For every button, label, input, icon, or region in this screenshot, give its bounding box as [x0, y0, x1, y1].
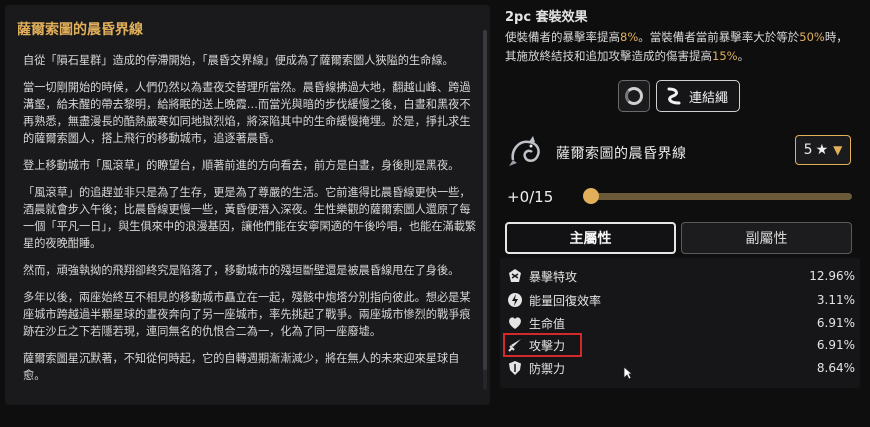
- lore-paragraph: 多年以後，兩座始終互不相見的移動城市矗立在一起，殘骸中炮塔分別指向彼此。想必是某…: [23, 291, 471, 338]
- stat-row-energy-regen: 能量回復效率 3.11%: [507, 289, 855, 311]
- desc-text: 使裝備者的暴擊率提高: [505, 30, 620, 44]
- link-rope-button[interactable]: 連結繩: [656, 80, 740, 112]
- star-icon: ★: [815, 142, 829, 158]
- stat-label: 防禦力: [529, 361, 566, 376]
- lore-text: 自從「隕石星群」造成的停滯開始，「晨昏交界線」便成為了薩爾索圖人狹隘的生命線。 …: [23, 52, 478, 397]
- refresh-button[interactable]: [618, 80, 650, 112]
- def-icon: [507, 360, 523, 376]
- stat-row-hp: 生命值 6.91%: [507, 312, 855, 334]
- lore-scrollbar[interactable]: [483, 30, 487, 390]
- stat-label: 暴擊特攻: [529, 269, 578, 284]
- stat-value: 3.11%: [816, 293, 855, 307]
- highlight-box: [503, 333, 582, 357]
- stat-value: 6.91%: [816, 316, 855, 330]
- relic-set-name: 薩爾索圖的晨昏界線: [556, 146, 687, 162]
- lore-paragraph: 當一切剛開始的時候，人們仍然以為晝夜交替理所當然。晨昏線拂過大地，翻越山峰、跨過…: [23, 81, 471, 145]
- desc-highlight: 15%: [712, 49, 738, 63]
- lore-scrollbar-thumb[interactable]: [483, 30, 487, 370]
- lore-paragraph: 自從「隕石星群」造成的停滯開始，「晨昏交界線」便成為了薩爾索圖人狹隘的生命線。: [23, 54, 454, 67]
- mouse-cursor-icon: [623, 365, 634, 380]
- desc-text: 。: [737, 49, 750, 63]
- level-slider[interactable]: [588, 193, 852, 200]
- desc-text: 。當裝備者當前暴擊率大於等於: [638, 30, 800, 44]
- lore-paragraph: 「風滾草」的追趕並非只是為了生存，更是為了尊嚴的生活。它前進得比晨昏線更快一些，…: [23, 186, 477, 250]
- lore-paragraph: 然而，頑強執拗的飛翔卻終究是陷落了，移動城市的殘垣斷壁還是被晨昏線甩在了身後。: [23, 264, 460, 277]
- level-slider-handle[interactable]: [583, 188, 599, 204]
- stat-value: 6.91%: [816, 338, 855, 352]
- link-rope-icon: [663, 85, 685, 107]
- dragon-emblem-icon: [505, 130, 549, 174]
- stat-row-crit-dmg: 暴擊特攻 12.96%: [507, 265, 855, 287]
- lore-title: 薩爾索圖的晨昏界線: [17, 22, 143, 38]
- link-rope-label: 連結繩: [689, 90, 729, 106]
- stat-value: 8.64%: [816, 361, 855, 375]
- set-effect-description: 使裝備者的暴擊率提高8%。當裝備者當前暴擊率大於等於50%時，其施放終結技和追加…: [505, 28, 855, 66]
- energy-regen-icon: [507, 292, 523, 308]
- lore-paragraph: 登上移動城市「風滾草」的瞭望台，順著前進的方向看去，前方是白晝，身後則是黑夜。: [23, 159, 460, 172]
- refresh-icon: [625, 87, 643, 105]
- stat-value: 12.96%: [809, 269, 855, 283]
- set-effect: 2pc 套裝效果 使裝備者的暴擊率提高8%。當裝備者當前暴擊率大於等於50%時，…: [505, 6, 855, 66]
- tab-main-stat[interactable]: 主屬性: [505, 222, 676, 254]
- desc-highlight: 50%: [799, 30, 825, 44]
- set-effect-title: 2pc 套裝效果: [505, 10, 588, 25]
- rank-dropdown[interactable]: 5 ★ ▼: [795, 135, 851, 165]
- stat-row-def: 防禦力 8.64%: [507, 357, 855, 379]
- lore-paragraph: 薩爾索圖星沉默著，不知從何時起，它的自轉週期漸漸減少，將在無人的未來迎來星球自愈…: [23, 352, 460, 382]
- level-label: +0/15: [507, 188, 554, 206]
- rank-value: 5: [803, 142, 813, 158]
- desc-highlight: 8%: [620, 30, 639, 44]
- lore-panel: 薩爾索圖的晨昏界線 自從「隕石星群」造成的停滯開始，「晨昏交界線」便成為了薩爾索…: [5, 5, 490, 405]
- chevron-down-icon: ▼: [833, 143, 843, 157]
- hp-icon: [507, 315, 523, 331]
- crit-dmg-icon: [507, 268, 523, 284]
- stat-label: 能量回復效率: [529, 293, 602, 308]
- stat-label: 生命值: [529, 316, 566, 331]
- tab-sub-stat[interactable]: 副屬性: [681, 222, 852, 254]
